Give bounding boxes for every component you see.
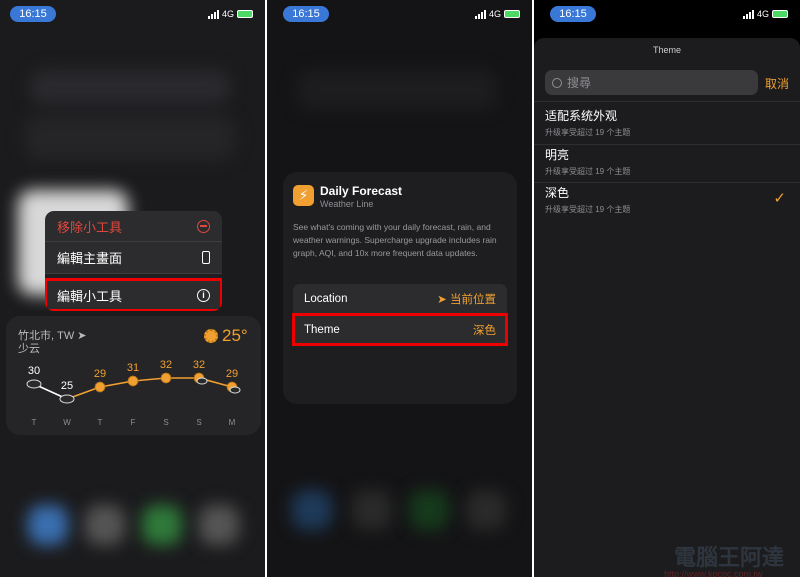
temp-label: 30 — [28, 365, 40, 377]
widget-settings-panel: 16:15 4G ⚡ Daily Forecast Weather Line S… — [267, 0, 532, 577]
option-label: 深色 — [545, 186, 570, 200]
widget-description: See what's coming with your daily foreca… — [293, 222, 497, 258]
temp-label: 31 — [127, 362, 139, 374]
day-label: S — [163, 418, 168, 427]
temp-label: 32 — [160, 359, 172, 371]
blurred-bg — [297, 70, 497, 110]
sun-icon — [160, 372, 172, 384]
status-bar: 16:15 4G — [534, 0, 800, 30]
signal-icon — [742, 9, 754, 19]
minus-circle-icon — [197, 219, 210, 233]
cloud-icon — [59, 394, 75, 404]
context-menu: 移除小工具 編輯主畫面 編輯小工具 i — [45, 211, 222, 311]
edit-widget-item[interactable]: 編輯小工具 i — [45, 278, 222, 311]
option-label: 明亮 — [545, 148, 570, 162]
battery-icon — [237, 10, 253, 18]
blurred-dock-app — [199, 505, 239, 545]
day-label: S — [196, 418, 201, 427]
signal-icon — [474, 9, 486, 19]
battery-icon — [772, 10, 788, 18]
blurred-search — [30, 70, 230, 105]
blurred-dock-app — [409, 490, 449, 530]
widget-title: Daily Forecast — [320, 184, 403, 198]
sun-icon — [94, 381, 106, 393]
day-label: W — [63, 418, 71, 427]
blurred-dock-app — [466, 490, 506, 530]
temp-label: 29 — [94, 368, 106, 380]
chart-segment — [99, 380, 134, 388]
battery-icon — [504, 10, 520, 18]
watermark-logo: 電腦王阿達 http://www.kocpc.com.tw — [634, 540, 784, 577]
menu-label: 編輯主畫面 — [57, 251, 123, 266]
remove-widget-item[interactable]: 移除小工具 — [45, 211, 222, 242]
sun-icon — [127, 375, 139, 387]
checkmark-icon: ✓ — [773, 190, 786, 207]
blurred-dock-app — [292, 490, 332, 530]
day-label: T — [98, 418, 103, 427]
theme-option-dark[interactable]: 深色升级享受超过 19 个主题 ✓ — [534, 183, 800, 221]
option-sub: 升级享受超过 19 个主题 — [545, 205, 631, 214]
location-row[interactable]: Location ➤ 当前位置 — [293, 284, 507, 314]
time: 16:15 — [283, 6, 329, 22]
settings-group: Location ➤ 当前位置 Theme 深色 — [292, 284, 508, 346]
theme-value: 深色 — [473, 324, 496, 337]
temp-label: 32 — [193, 359, 205, 371]
status-bar: 16:15 4G — [0, 0, 265, 30]
signal-icon — [207, 9, 219, 19]
watermark-text: 電腦王阿達 — [674, 545, 785, 570]
menu-label: 移除小工具 — [57, 219, 123, 235]
search-icon — [552, 77, 562, 88]
lightning-app-icon: ⚡ — [293, 185, 314, 206]
widget-subtitle: Weather Line — [320, 199, 374, 209]
blurred-widgets — [25, 115, 235, 160]
status-bar: 16:15 4G — [267, 0, 532, 30]
network-label: 4G — [221, 9, 234, 19]
option-sub: 升级享受超过 19 个主题 — [545, 128, 631, 137]
network-label: 4G — [488, 9, 501, 19]
day-label: F — [131, 418, 136, 427]
cancel-button[interactable]: 取消 — [765, 75, 789, 92]
time: 16:15 — [550, 6, 596, 22]
time: 16:15 — [10, 6, 56, 22]
theme-picker-panel: 16:15 4G Theme 搜尋 取消 适配系统外观升级享受超过 19 个主题… — [534, 0, 800, 577]
forecast-chart: 30 T 25 W 29 T 31 F 32 S 32 S 29 M — [26, 359, 241, 427]
theme-row[interactable]: Theme 深色 — [292, 313, 508, 346]
temp-label: 25 — [61, 380, 73, 392]
option-sub: 升级享受超过 19 个主题 — [545, 167, 631, 176]
widget-config-card: ⚡ Daily Forecast Weather Line See what's… — [283, 172, 517, 404]
info-circle-icon: i — [197, 288, 210, 302]
blurred-dock-app — [142, 505, 182, 545]
option-label: 适配系统外观 — [545, 109, 618, 123]
blurred-dock-app — [85, 505, 125, 545]
phone-icon — [202, 251, 210, 264]
sheet-title: Theme — [652, 45, 681, 55]
blurred-dock-app — [352, 490, 392, 530]
location-arrow-icon: ➤ — [437, 294, 447, 306]
cloud-icon — [229, 386, 241, 394]
temp-label: 29 — [226, 368, 238, 380]
location-label: Location — [304, 293, 348, 305]
search-input[interactable]: 搜尋 — [545, 70, 758, 95]
network-label: 4G — [756, 9, 769, 19]
theme-option-system[interactable]: 适配系统外观升级享受超过 19 个主题 — [534, 107, 800, 145]
location-value: 当前位置 — [450, 294, 496, 306]
search-placeholder: 搜尋 — [567, 76, 592, 90]
day-label: M — [229, 418, 236, 427]
theme-option-light[interactable]: 明亮升级享受超过 19 个主题 — [534, 145, 800, 183]
cloud-icon — [26, 379, 42, 389]
menu-label: 編輯小工具 — [57, 288, 123, 304]
day-label: T — [32, 418, 37, 427]
cloud-icon — [196, 377, 208, 385]
edit-home-screen-item[interactable]: 編輯主畫面 — [45, 242, 222, 274]
theme-label: Theme — [304, 323, 340, 336]
home-screen-panel: 16:15 4G 移除小工具 編輯主畫面 編輯小工具 i 竹北市, TW ➤ 少云… — [0, 0, 265, 577]
blurred-dock-app — [28, 505, 68, 545]
weather-widget[interactable]: 竹北市, TW ➤ 少云 25° 30 T 25 W 29 T 31 F 32 S 32 S 29 M — [6, 316, 261, 435]
watermark-url: http://www.kocpc.com.tw — [664, 569, 763, 577]
theme-sheet: Theme 搜尋 取消 适配系统外观 升级享受超过 19 个主题 明亮 升级享受超过… — [534, 38, 800, 577]
